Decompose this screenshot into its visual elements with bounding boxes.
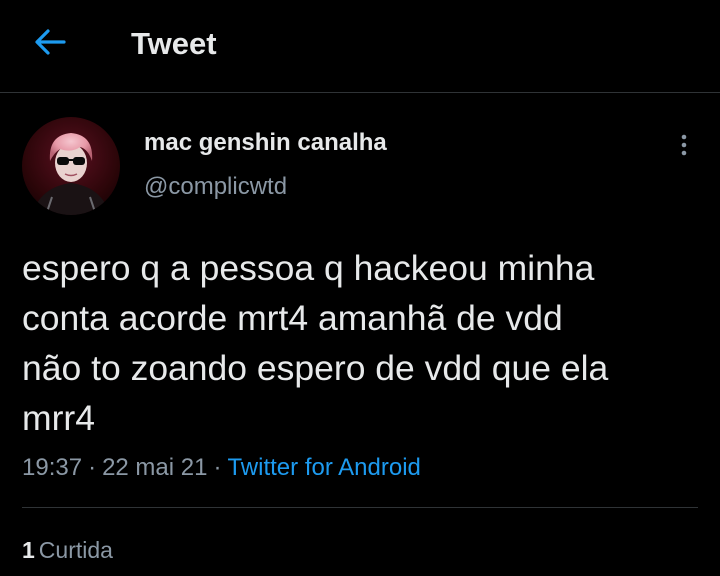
back-button[interactable] — [30, 26, 70, 58]
likes-count: 1 — [22, 537, 35, 563]
more-vertical-icon — [681, 134, 687, 156]
tweet-text: espero q a pessoa q hackeou minha conta … — [22, 248, 609, 438]
divider — [22, 507, 698, 508]
avatar[interactable] — [22, 117, 120, 215]
tweet-date: 22 mai 21 — [102, 454, 208, 481]
author-display-name[interactable]: mac genshin canalha — [144, 128, 387, 158]
page-title: Tweet — [131, 26, 217, 61]
more-options-button[interactable] — [670, 130, 698, 160]
top-bar: Tweet — [0, 0, 720, 93]
likes-label: Curtida — [38, 537, 113, 563]
tweet-metadata: 19:37 · 22 mai 21 · Twitter for Android — [22, 452, 421, 484]
back-arrow-icon — [35, 29, 66, 55]
tweet-time: 19:37 — [22, 454, 83, 481]
likes-stat[interactable]: 1 Curtida — [22, 535, 113, 565]
author-handle[interactable]: @complicwtd — [144, 172, 287, 202]
profile-photo-image — [22, 117, 120, 215]
meta-separator: · — [88, 454, 97, 481]
tweet-source-link[interactable]: Twitter for Android — [227, 454, 420, 481]
meta-separator: · — [213, 454, 222, 481]
